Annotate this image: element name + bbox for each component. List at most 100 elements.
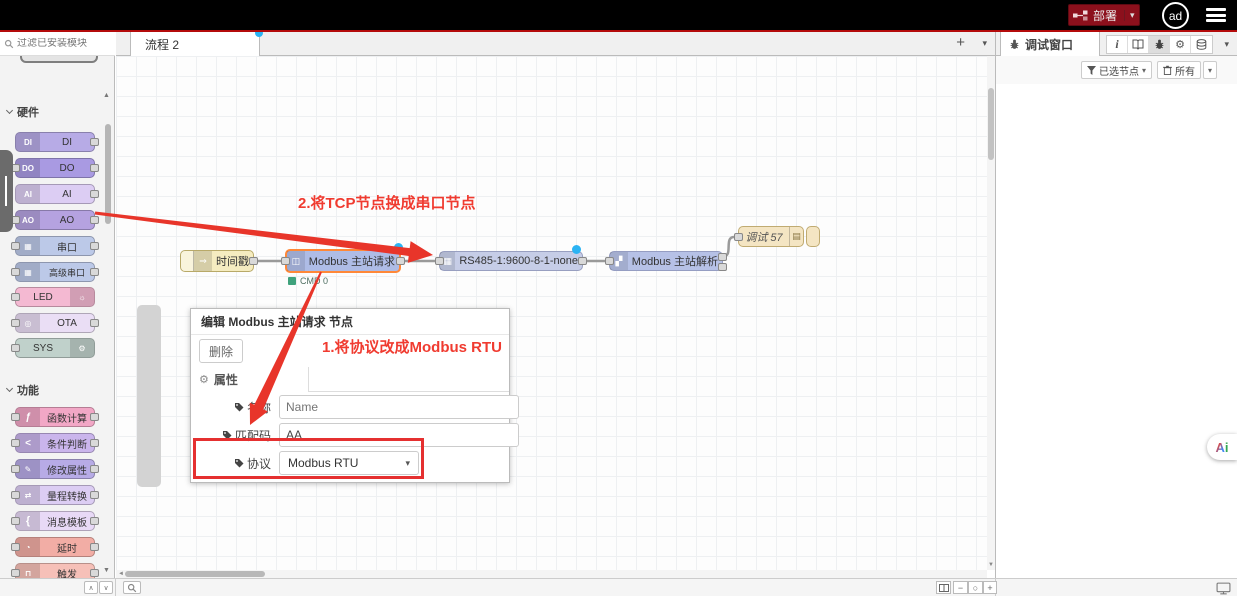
filter-selected-nodes-button[interactable]: 已选节点 ▾ bbox=[1081, 61, 1152, 79]
canvas-vscroll-thumb[interactable] bbox=[988, 88, 994, 160]
scroll-left-icon[interactable]: ◄ bbox=[118, 571, 124, 577]
ai-assistant-badge[interactable]: Ai bbox=[1207, 434, 1237, 460]
palette-node-di[interactable]: DIDI bbox=[15, 132, 95, 152]
palette-scroll-up-icon[interactable]: ▲ bbox=[103, 92, 110, 99]
output-port[interactable] bbox=[90, 543, 99, 551]
output-port[interactable] bbox=[90, 319, 99, 327]
input-port[interactable] bbox=[11, 344, 20, 352]
clear-all-button[interactable]: 所有 bbox=[1157, 61, 1201, 79]
protocol-select[interactable]: Modbus RTU▾ bbox=[279, 451, 419, 475]
palette-node-delay[interactable]: ◔延时 bbox=[15, 537, 95, 557]
input-port[interactable] bbox=[11, 465, 20, 473]
palette-node-trigger[interactable]: ⊓触发 bbox=[15, 563, 95, 578]
output-port[interactable] bbox=[90, 242, 99, 250]
input-port[interactable] bbox=[435, 257, 444, 265]
input-port[interactable] bbox=[11, 439, 20, 447]
output-port[interactable] bbox=[90, 517, 99, 525]
input-port[interactable] bbox=[11, 491, 20, 499]
palette-node-range[interactable]: ⇄量程转换 bbox=[15, 485, 95, 505]
palette-node-do[interactable]: DODO bbox=[15, 158, 95, 178]
flow-node-rs485[interactable]: ▦ RS485-1:9600-8-1-none bbox=[439, 251, 583, 271]
deploy-caret[interactable]: ▾ bbox=[1124, 10, 1135, 21]
avatar[interactable]: ad bbox=[1162, 2, 1189, 29]
context-data-icon[interactable] bbox=[1191, 36, 1212, 53]
output-port[interactable] bbox=[90, 439, 99, 447]
sidebar-menu-caret[interactable]: ▾ bbox=[1224, 39, 1229, 50]
palette-node-led[interactable]: ☼LED bbox=[15, 287, 95, 307]
scroll-down-icon[interactable]: ▼ bbox=[988, 562, 994, 568]
palette-section-function[interactable]: 功能 bbox=[7, 382, 39, 398]
palette-node-sys[interactable]: ⚙SYS bbox=[15, 338, 95, 358]
menu-icon[interactable] bbox=[1206, 8, 1226, 22]
canvas-hscroll[interactable] bbox=[116, 570, 987, 578]
output-port[interactable] bbox=[249, 257, 258, 265]
input-port[interactable] bbox=[11, 543, 20, 551]
palette-node-function[interactable]: ƒ函数计算 bbox=[15, 407, 95, 427]
palette-search-input[interactable] bbox=[17, 38, 107, 49]
tab-properties[interactable]: ⚙ 属性 bbox=[191, 367, 309, 392]
navigator-button[interactable] bbox=[936, 581, 951, 594]
clear-options-caret[interactable]: ▾ bbox=[1203, 61, 1217, 79]
output-port[interactable] bbox=[90, 164, 99, 172]
output-port[interactable] bbox=[90, 491, 99, 499]
output-port[interactable] bbox=[396, 257, 405, 265]
input-port[interactable] bbox=[11, 268, 20, 276]
output-port-2[interactable] bbox=[718, 263, 727, 271]
output-port[interactable] bbox=[90, 465, 99, 473]
palette-node-switch[interactable]: <条件判断 bbox=[15, 433, 95, 453]
palette-node-ota[interactable]: ◎OTA bbox=[15, 313, 95, 333]
palette-node-clipped[interactable] bbox=[20, 56, 98, 63]
palette-scroll-down-icon[interactable]: ▼ bbox=[103, 567, 110, 574]
zoom-out-button[interactable]: − bbox=[953, 581, 968, 594]
palette-search[interactable] bbox=[0, 32, 115, 56]
flow-node-debug[interactable]: 调试 57 ▤ bbox=[738, 226, 804, 247]
palette-expand-button[interactable]: ∨ bbox=[99, 581, 113, 594]
canvas-search-button[interactable] bbox=[123, 581, 141, 594]
flow-node-modbus-parse[interactable]: ▞ Modbus 主站解析 bbox=[609, 251, 723, 271]
palette-collapse-handle[interactable] bbox=[0, 150, 13, 232]
palette-node-ao[interactable]: AOAO bbox=[15, 210, 95, 230]
match-code-field[interactable] bbox=[279, 423, 519, 447]
canvas-hscroll-thumb[interactable] bbox=[125, 571, 265, 577]
input-port[interactable] bbox=[605, 257, 614, 265]
palette-section-hardware[interactable]: 硬件 bbox=[7, 104, 39, 120]
bug-icon[interactable] bbox=[1149, 36, 1170, 53]
flow-node-inject[interactable]: ⇒ 时间戳 bbox=[180, 250, 254, 272]
deploy-button[interactable]: 部署 ▾ bbox=[1068, 4, 1140, 26]
input-port[interactable] bbox=[281, 257, 290, 265]
zoom-reset-button[interactable]: ○ bbox=[968, 581, 983, 594]
input-port[interactable] bbox=[11, 293, 20, 301]
output-port[interactable] bbox=[90, 413, 99, 421]
input-port[interactable] bbox=[11, 319, 20, 327]
palette-node-ai[interactable]: AIAI bbox=[15, 184, 95, 204]
input-port[interactable] bbox=[734, 233, 743, 241]
flow-node-modbus-request[interactable]: ◫ Modbus 主站请求 bbox=[285, 249, 401, 273]
palette-node-serial[interactable]: ▦串口 bbox=[15, 236, 95, 256]
gear-icon[interactable]: ⚙ bbox=[1170, 36, 1191, 53]
add-flow-button[interactable]: + bbox=[956, 34, 965, 51]
delete-button[interactable]: 删除 bbox=[199, 339, 243, 363]
canvas-vscroll[interactable] bbox=[987, 56, 995, 570]
palette-node-template[interactable]: {消息模板 bbox=[15, 511, 95, 531]
info-icon[interactable]: i bbox=[1107, 36, 1128, 53]
debug-toggle-button[interactable] bbox=[806, 226, 820, 247]
palette-collapse-button[interactable]: ∧ bbox=[84, 581, 98, 594]
output-port[interactable] bbox=[90, 138, 99, 146]
input-port[interactable] bbox=[11, 569, 20, 577]
output-port[interactable] bbox=[90, 268, 99, 276]
tab-debug-window[interactable]: 调试窗口 bbox=[1000, 32, 1100, 56]
palette-node-change[interactable]: ✎修改属性 bbox=[15, 459, 95, 479]
palette-node-adv-serial[interactable]: ▦高级串口 bbox=[15, 262, 95, 282]
input-port[interactable] bbox=[11, 413, 20, 421]
name-field[interactable] bbox=[279, 395, 519, 419]
zoom-in-button[interactable]: + bbox=[983, 581, 997, 594]
input-port[interactable] bbox=[11, 517, 20, 525]
output-port[interactable] bbox=[90, 190, 99, 198]
flow-list-caret[interactable]: ▾ bbox=[982, 38, 987, 49]
help-book-icon[interactable] bbox=[1128, 36, 1149, 53]
input-port[interactable] bbox=[11, 242, 20, 250]
palette-scrollbar[interactable] bbox=[105, 124, 111, 224]
inject-button[interactable] bbox=[181, 251, 194, 271]
output-port[interactable] bbox=[90, 569, 99, 577]
keyboard-shortcuts-icon[interactable] bbox=[1216, 582, 1231, 595]
